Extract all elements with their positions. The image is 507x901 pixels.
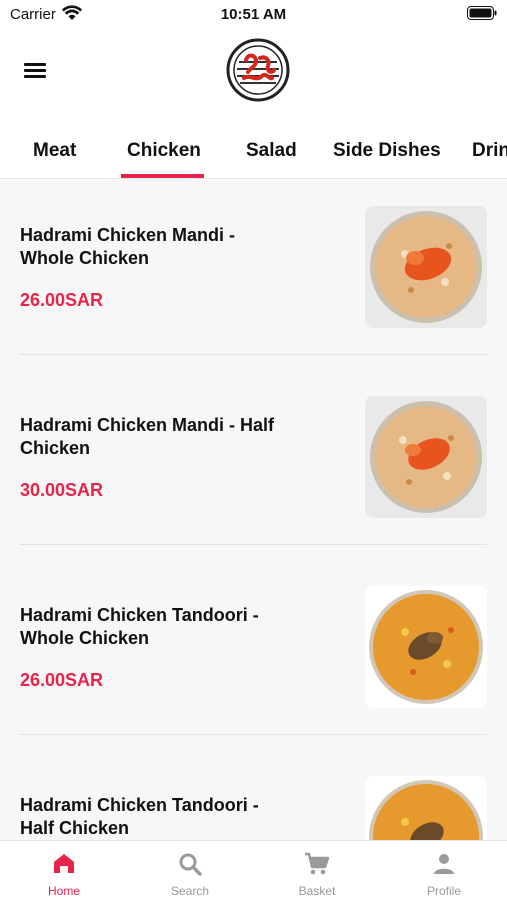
nav-search[interactable]: Search — [127, 841, 253, 901]
profile-icon — [434, 854, 454, 874]
tab-meat[interactable]: Meat — [33, 140, 76, 162]
menu-item-price: 26.00SAR — [20, 670, 104, 690]
category-tabs: Meat Chicken Salad Side Dishes Drin — [0, 130, 507, 180]
bottom-navigation: Home Search Basket Profile — [0, 840, 507, 901]
tab-drinks[interactable]: Drin — [472, 140, 507, 162]
menu-item-photo — [365, 586, 487, 708]
menu-item-name: Hadrami Chicken Tandoori - Whole Chicken — [20, 605, 259, 648]
nav-label: Search — [170, 884, 210, 898]
tab-salad[interactable]: Salad — [246, 140, 297, 162]
home-icon — [54, 854, 74, 873]
menu-item-name: Hadrami Chicken Tandoori - Half Chicken — [20, 795, 259, 838]
menu-item-price: 26.00SAR — [20, 290, 104, 310]
menu-item-photo — [365, 206, 487, 328]
menu-item-photo — [365, 396, 487, 518]
battery-icon — [467, 6, 497, 20]
app-header: Carrier 10:51 AM Meat Chicken Salad Side… — [0, 0, 507, 180]
menu-item[interactable]: Hadrami Chicken Tandoori - Whole Chicken… — [0, 560, 507, 750]
menu-item-price: 30.00SAR — [20, 480, 104, 500]
restaurant-logo-icon — [226, 38, 290, 102]
nav-profile[interactable]: Profile — [381, 841, 507, 901]
menu-item[interactable]: Hadrami Chicken Mandi - Whole Chicken 26… — [0, 180, 507, 370]
nav-basket[interactable]: Basket — [254, 841, 380, 901]
search-icon — [179, 853, 202, 876]
nav-label: Home — [47, 884, 80, 898]
tab-chicken[interactable]: Chicken — [127, 140, 201, 162]
nav-label: Basket — [298, 884, 336, 898]
status-bar: Carrier 10:51 AM — [0, 0, 507, 30]
nav-home[interactable]: Home — [1, 841, 127, 901]
item-divider — [20, 734, 487, 735]
menu-item-photo — [365, 776, 487, 840]
clock: 10:51 AM — [220, 6, 287, 23]
menu-item-list: Hadrami Chicken Mandi - Whole Chicken 26… — [0, 180, 507, 840]
menu-item[interactable]: Hadrami Chicken Tandoori - Half Chicken — [0, 750, 507, 840]
item-divider — [20, 544, 487, 545]
hamburger-menu-icon[interactable] — [22, 60, 48, 82]
item-divider — [20, 354, 487, 355]
menu-item[interactable]: Hadrami Chicken Mandi - Half Chicken 30.… — [0, 370, 507, 560]
cart-icon — [305, 852, 330, 875]
menu-item-name: Hadrami Chicken Mandi - Whole Chicken — [20, 225, 236, 268]
menu-item-name: Hadrami Chicken Mandi - Half Chicken — [20, 415, 275, 458]
nav-label: Profile — [426, 884, 461, 898]
tab-side-dishes[interactable]: Side Dishes — [333, 140, 441, 162]
tabs-divider — [0, 178, 507, 179]
